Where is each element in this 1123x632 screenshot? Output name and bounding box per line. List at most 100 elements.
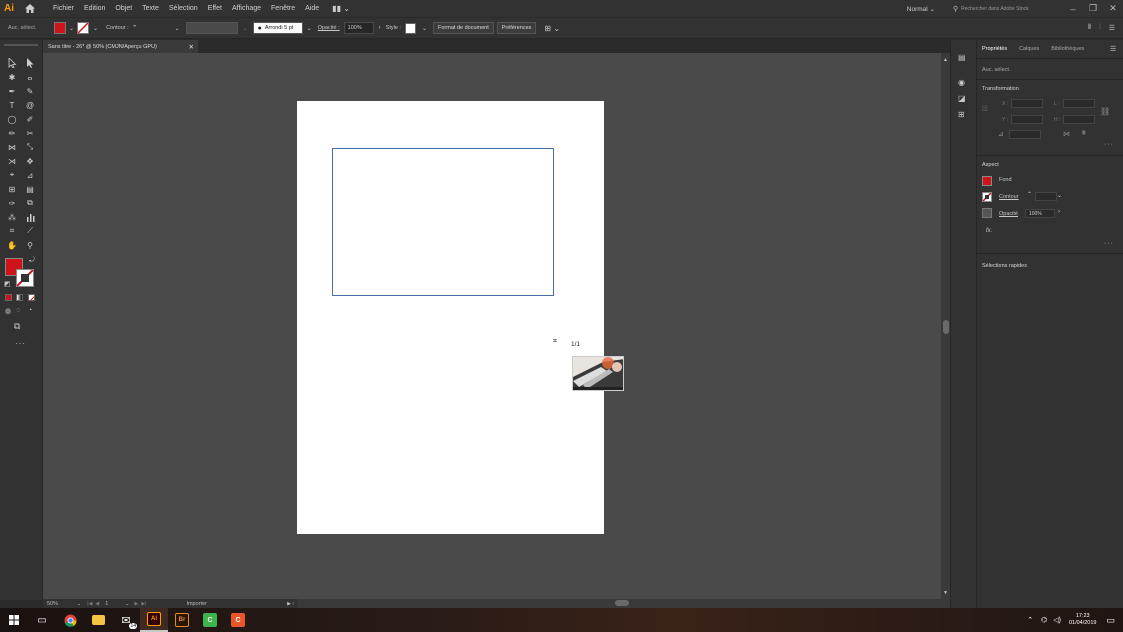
edit-toolbar-icon[interactable]: ··· — [15, 339, 26, 348]
chevron-down-icon[interactable]: ⌄ — [175, 25, 180, 32]
tab-layers[interactable]: Calques — [1013, 46, 1045, 52]
puppet-warp-tool-icon[interactable]: ✥ — [23, 155, 37, 167]
menu-window[interactable]: Fenêtre — [266, 5, 300, 12]
stroke-weight-field[interactable] — [1035, 192, 1057, 201]
document-tab[interactable]: Sans titre - 26* @ 50% (CMJN/Aperçu GPU)… — [43, 40, 198, 53]
document-setup-button[interactable]: Format de document — [433, 22, 494, 34]
eyedropper-tool-icon[interactable]: ✑ — [5, 197, 19, 209]
lasso-tool-icon[interactable]: ⴰ — [23, 71, 37, 83]
clock[interactable]: 17:23 01/04/2019 — [1069, 613, 1097, 627]
libraries-panel-icon[interactable]: ▤ — [958, 53, 966, 62]
restore-icon[interactable]: ❐ — [1083, 3, 1103, 14]
type-tool-icon[interactable]: T — [5, 99, 19, 111]
appearance-stroke-swatch[interactable] — [982, 192, 992, 202]
camtasia-orange-icon[interactable]: C — [224, 608, 252, 632]
menu-select[interactable]: Sélection — [164, 5, 203, 12]
w-field[interactable] — [1063, 99, 1095, 108]
brush-definition[interactable]: ● Arrondi 5 pt — [252, 22, 303, 34]
pen-tool-icon[interactable]: ✒ — [5, 85, 19, 97]
first-artboard-icon[interactable]: |◀ — [87, 601, 92, 607]
next-artboard-icon[interactable]: ▶ — [134, 601, 138, 607]
hand-tool-icon[interactable]: ✋ — [5, 239, 19, 251]
width-tool-icon[interactable]: ⋊ — [5, 155, 19, 167]
artboard-number[interactable]: 1 — [105, 601, 125, 607]
chevron-down-icon[interactable]: ⌄ — [307, 25, 312, 32]
rectangle-shape[interactable] — [332, 148, 554, 296]
minimize-icon[interactable]: – — [1063, 4, 1083, 14]
last-artboard-icon[interactable]: ▶| — [141, 601, 146, 607]
color-mode-icon[interactable] — [5, 294, 12, 301]
scroll-up-icon[interactable]: ▲ — [943, 57, 948, 63]
flip-horizontal-icon[interactable]: ⋈ — [1063, 130, 1070, 138]
opacity-label[interactable]: Opacité — [999, 211, 1018, 217]
stroke-label[interactable]: Contour — [999, 194, 1019, 200]
opacity-label[interactable]: Opacité : — [318, 25, 340, 31]
stroke-swatch[interactable] — [77, 22, 90, 34]
chevron-down-icon[interactable]: ⌄ — [243, 25, 248, 32]
more-options-icon[interactable]: ··· — [1104, 141, 1114, 148]
paintbrush-tool-icon[interactable]: ✐ — [23, 113, 37, 125]
toolbar-grip[interactable] — [4, 44, 38, 46]
arrange-icon[interactable]: ⊞ ⌄ — [544, 24, 560, 33]
file-explorer-icon[interactable] — [84, 608, 112, 632]
swap-colors-icon[interactable]: ⤾ — [29, 257, 35, 265]
stock-search[interactable]: ⚲ Rechercher dans Adobe Stock — [953, 3, 1053, 15]
workspace-switcher[interactable]: Normal ⌄ — [907, 5, 935, 13]
spiral-tool-icon[interactable]: @ — [23, 99, 37, 111]
network-icon[interactable]: ⌬ — [1041, 616, 1047, 624]
volume-icon[interactable]: ◁) — [1053, 616, 1061, 624]
constrain-proportions-icon[interactable]: ⛓ — [1100, 107, 1110, 116]
opacity-field[interactable]: 100% — [1025, 209, 1055, 218]
magic-wand-tool-icon[interactable]: ✱ — [5, 71, 19, 83]
horizontal-scroll-thumb[interactable] — [615, 600, 629, 606]
graphic-styles-panel-icon[interactable]: ◪ — [958, 94, 966, 103]
chevron-down-icon[interactable]: ⌄ — [93, 25, 98, 32]
notification-icon[interactable]: ▭ — [1106, 615, 1115, 626]
screen-mode-icon[interactable]: ⧉ — [14, 321, 20, 332]
appearance-panel-icon[interactable]: ◉ — [958, 78, 965, 87]
scissors-tool-icon[interactable]: ✂ — [23, 127, 37, 139]
chevron-right-icon[interactable]: › — [1058, 209, 1060, 215]
stroke-weight-field[interactable] — [141, 22, 175, 34]
y-field[interactable] — [1011, 115, 1043, 124]
camtasia-green-icon[interactable]: C — [196, 608, 224, 632]
direct-selection-tool-icon[interactable] — [23, 57, 37, 69]
fill-swatch[interactable] — [54, 22, 66, 34]
rotate-field[interactable] — [1009, 130, 1041, 139]
stroke-weight-stepper[interactable]: ⌃ — [132, 24, 138, 32]
more-options-icon[interactable]: ··· — [1104, 240, 1114, 247]
menu-object[interactable]: Objet — [110, 5, 137, 12]
mesh-tool-icon[interactable]: ⊞ — [5, 183, 19, 195]
menu-file[interactable]: Fichier — [48, 5, 79, 12]
reflect-tool-icon[interactable]: ⋈ — [5, 141, 19, 153]
search-input[interactable]: Rechercher dans Adobe Stock — [961, 6, 1029, 12]
ellipse-tool-icon[interactable]: ◯ — [5, 113, 19, 125]
draw-inside-icon[interactable]: ◔ — [28, 307, 32, 314]
symbols-panel-icon[interactable]: ⊞ — [958, 110, 965, 119]
panel-menu-icon[interactable]: ☰ — [1110, 45, 1116, 53]
selection-tool-icon[interactable] — [5, 57, 19, 69]
chrome-icon[interactable] — [56, 608, 84, 632]
zoom-level[interactable]: 50% — [47, 601, 77, 607]
prev-artboard-icon[interactable]: ◀ — [95, 601, 99, 607]
menu-type[interactable]: Texte — [137, 5, 164, 12]
tab-properties[interactable]: Propriétés — [976, 46, 1013, 52]
fx-button[interactable]: fx. — [986, 228, 992, 234]
column-graph-tool-icon[interactable] — [23, 211, 37, 223]
chevron-down-icon[interactable]: ⌄ — [77, 601, 81, 607]
x-field[interactable] — [1011, 99, 1043, 108]
flip-vertical-icon[interactable]: ⩩ — [1082, 130, 1086, 138]
artboard-tool-icon[interactable]: ⌗ — [5, 225, 19, 237]
preferences-button[interactable]: Préférences — [496, 22, 537, 34]
scroll-down-icon[interactable]: ▼ — [943, 590, 948, 596]
vertical-scroll-thumb[interactable] — [943, 320, 949, 334]
zoom-tool-icon[interactable]: ⚲ — [23, 239, 37, 251]
chevron-down-icon[interactable]: ⌄ — [125, 601, 129, 607]
variable-width-profile[interactable] — [185, 22, 238, 34]
perspective-grid-tool-icon[interactable]: ⊿ — [23, 169, 37, 181]
none-mode-icon[interactable] — [28, 294, 35, 301]
chevron-down-icon[interactable]: ⌄ — [69, 25, 74, 32]
style-swatch[interactable] — [404, 22, 416, 34]
stroke-color-box[interactable] — [16, 269, 34, 287]
align-icon[interactable]: ⫴ — [1088, 24, 1091, 32]
